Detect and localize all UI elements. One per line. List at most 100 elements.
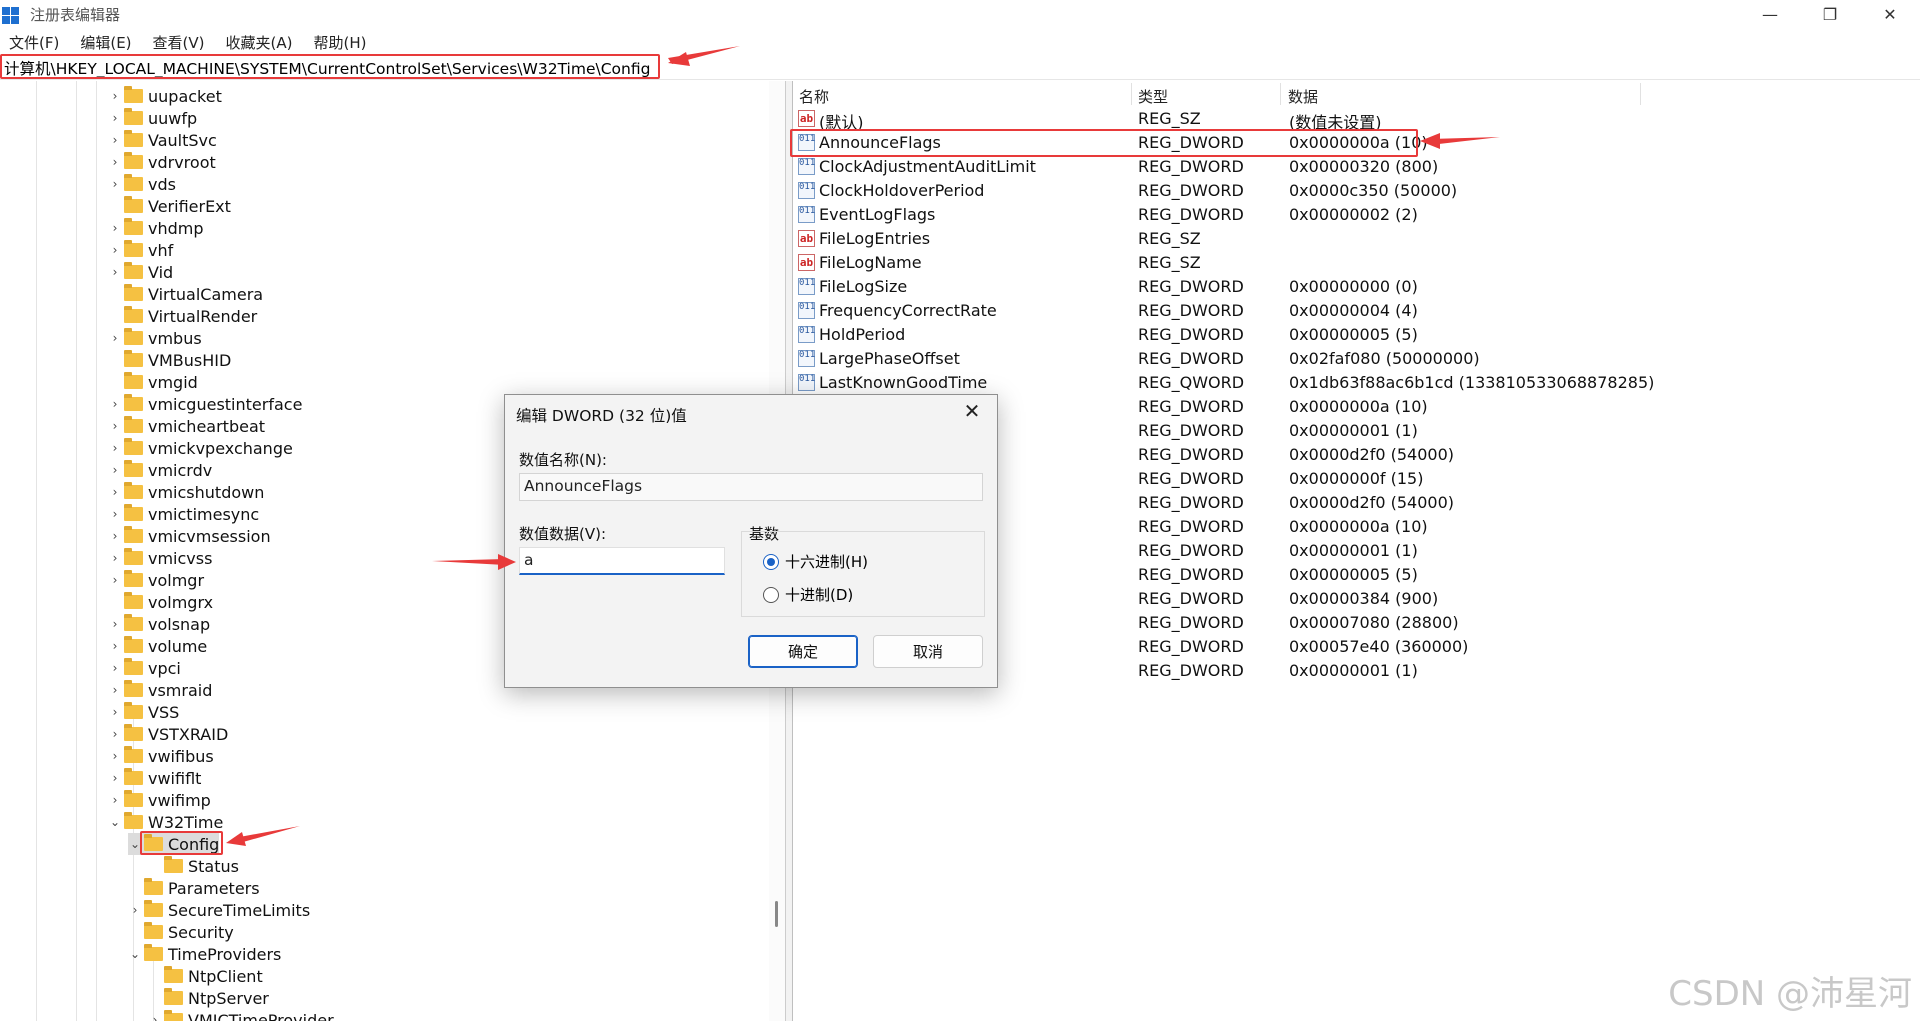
tree-node[interactable]: › vwifibus — [108, 745, 214, 767]
tree-node[interactable]: Status — [148, 855, 239, 877]
maximize-button[interactable]: ❐ — [1800, 0, 1860, 28]
tree-node[interactable]: › vdrvroot — [108, 151, 216, 173]
expand-chevron-icon[interactable]: › — [108, 155, 122, 169]
registry-value-row[interactable]: 011 FrequencyCorrectRate REG_DWORD 0x000000… — [793, 299, 1920, 323]
column-name-header[interactable]: 名称 — [799, 86, 829, 107]
registry-value-row[interactable]: ab FileLogName REG_SZ — [793, 251, 1920, 275]
tree-node[interactable]: › vmicvss — [108, 547, 212, 569]
tree-node[interactable]: › vhdmp — [108, 217, 204, 239]
tree-node[interactable]: › vmicrdv — [108, 459, 212, 481]
menu-edit[interactable]: 编辑(E) — [80, 32, 131, 53]
menu-help[interactable]: 帮助(H) — [313, 32, 366, 53]
tree-node[interactable]: › VaultSvc — [108, 129, 217, 151]
tree-node[interactable]: VirtualCamera — [108, 283, 263, 305]
tree-node[interactable]: › uupacket — [108, 85, 222, 107]
registry-value-row[interactable]: 011 LargePhaseOffset REG_DWORD 0x02faf080 (… — [793, 347, 1920, 371]
tree-node[interactable]: › vmicguestinterface — [108, 393, 302, 415]
registry-value-row[interactable]: 011 LastKnownGoodTime REG_QWORD 0x1db63f88a… — [793, 371, 1920, 395]
expand-chevron-icon[interactable]: › — [108, 243, 122, 257]
expand-chevron-icon[interactable]: › — [108, 89, 122, 103]
menu-view[interactable]: 查看(V) — [153, 32, 205, 53]
tree-node[interactable]: › vwifimp — [108, 789, 211, 811]
expand-chevron-icon[interactable]: › — [108, 265, 122, 279]
tree-node[interactable]: › VSS — [108, 701, 179, 723]
expand-chevron-icon[interactable]: › — [108, 705, 122, 719]
tree-node[interactable]: › uuwfp — [108, 107, 197, 129]
expand-chevron-icon[interactable]: › — [108, 507, 122, 521]
expand-chevron-icon[interactable]: › — [108, 573, 122, 587]
tree-node[interactable]: VMBusHID — [108, 349, 231, 371]
expand-chevron-icon[interactable]: › — [108, 111, 122, 125]
menu-file[interactable]: 文件(F) — [9, 32, 59, 53]
cancel-button[interactable]: 取消 — [873, 635, 983, 668]
expand-chevron-icon[interactable]: ⌄ — [108, 815, 122, 829]
expand-chevron-icon[interactable]: › — [108, 133, 122, 147]
dialog-close-button[interactable]: ✕ — [957, 399, 987, 425]
expand-chevron-icon[interactable]: ⌄ — [128, 947, 142, 961]
tree-node[interactable]: ⌄ TimeProviders — [128, 943, 281, 965]
tree-node[interactable]: › SecureTimeLimits — [128, 899, 310, 921]
tree-node[interactable]: › vmickvpexchange — [108, 437, 293, 459]
tree-node[interactable]: › VMICTimeProvider — [148, 1009, 334, 1021]
registry-value-row[interactable]: 011 EventLogFlags REG_DWORD 0x00000002 (2) — [793, 203, 1920, 227]
expand-chevron-icon[interactable]: › — [108, 551, 122, 565]
registry-value-row[interactable]: 011 HoldPeriod REG_DWORD 0x00000005 (5) — [793, 323, 1920, 347]
registry-value-row[interactable]: 011 FileLogSize REG_DWORD 0x00000000 (0) — [793, 275, 1920, 299]
tree-node[interactable]: › vmbus — [108, 327, 202, 349]
value-data-input[interactable]: a — [519, 547, 725, 575]
tree-node[interactable]: vmgid — [108, 371, 198, 393]
column-data-header[interactable]: 数据 — [1288, 86, 1318, 107]
expand-chevron-icon[interactable]: › — [108, 441, 122, 455]
tree-node[interactable]: › volume — [108, 635, 207, 657]
tree-node[interactable]: › volmgr — [108, 569, 204, 591]
tree-node[interactable]: › vwififlt — [108, 767, 201, 789]
tree-scroll-thumb[interactable] — [775, 901, 778, 927]
expand-chevron-icon[interactable]: › — [108, 727, 122, 741]
tree-node[interactable]: NtpServer — [148, 987, 269, 1009]
tree-node[interactable]: VerifierExt — [108, 195, 231, 217]
tree-node[interactable]: volmgrx — [108, 591, 213, 613]
expand-chevron-icon[interactable]: › — [108, 463, 122, 477]
tree-node[interactable]: › Vid — [108, 261, 173, 283]
expand-chevron-icon[interactable]: › — [108, 617, 122, 631]
expand-chevron-icon[interactable]: › — [108, 639, 122, 653]
tree-node[interactable]: Security — [128, 921, 234, 943]
tree-node[interactable]: › vpci — [108, 657, 181, 679]
tree-node[interactable]: › vmicvmsession — [108, 525, 271, 547]
expand-chevron-icon[interactable]: › — [108, 177, 122, 191]
expand-chevron-icon[interactable]: › — [108, 683, 122, 697]
registry-value-row[interactable]: ab FileLogEntries REG_SZ — [793, 227, 1920, 251]
expand-chevron-icon[interactable]: › — [108, 771, 122, 785]
expand-chevron-icon[interactable]: › — [148, 1013, 162, 1021]
hex-radio-button[interactable] — [763, 553, 779, 570]
ok-button[interactable]: 确定 — [748, 635, 858, 668]
expand-chevron-icon[interactable]: › — [108, 793, 122, 807]
expand-chevron-icon[interactable]: › — [108, 331, 122, 345]
tree-node[interactable]: VirtualRender — [108, 305, 257, 327]
column-type-header[interactable]: 类型 — [1138, 86, 1168, 107]
registry-value-row[interactable]: ab (默认) REG_SZ (数值未设置) — [793, 107, 1920, 132]
tree-node[interactable]: › vds — [108, 173, 176, 195]
hex-radio-option[interactable]: 十六进制(H) — [763, 551, 868, 572]
tree-node[interactable]: › vmictimesync — [108, 503, 259, 525]
expand-chevron-icon[interactable]: › — [108, 397, 122, 411]
expand-chevron-icon[interactable]: › — [128, 903, 142, 917]
expand-chevron-icon[interactable]: › — [108, 221, 122, 235]
minimize-button[interactable]: — — [1740, 0, 1800, 28]
tree-node[interactable]: › volsnap — [108, 613, 210, 635]
tree-node[interactable]: NtpClient — [148, 965, 263, 987]
registry-value-row[interactable]: 011 ClockHoldoverPeriod REG_DWORD 0x0000c35… — [793, 179, 1920, 203]
tree-node[interactable]: › vmicshutdown — [108, 481, 264, 503]
tree-node[interactable]: › vmicheartbeat — [108, 415, 265, 437]
expand-chevron-icon[interactable]: › — [108, 661, 122, 675]
tree-node[interactable]: Parameters — [128, 877, 260, 899]
tree-node[interactable]: ⌄ W32Time — [108, 811, 223, 833]
expand-chevron-icon[interactable]: › — [108, 529, 122, 543]
dec-radio-button[interactable] — [763, 586, 779, 603]
registry-value-row[interactable]: 011 ClockAdjustmentAuditLimit REG_DWORD 0x0… — [793, 155, 1920, 179]
tree-node[interactable]: › VSTXRAID — [108, 723, 228, 745]
expand-chevron-icon[interactable]: › — [108, 419, 122, 433]
tree-node[interactable]: › vhf — [108, 239, 173, 261]
expand-chevron-icon[interactable]: › — [108, 485, 122, 499]
close-window-button[interactable]: ✕ — [1860, 0, 1920, 28]
